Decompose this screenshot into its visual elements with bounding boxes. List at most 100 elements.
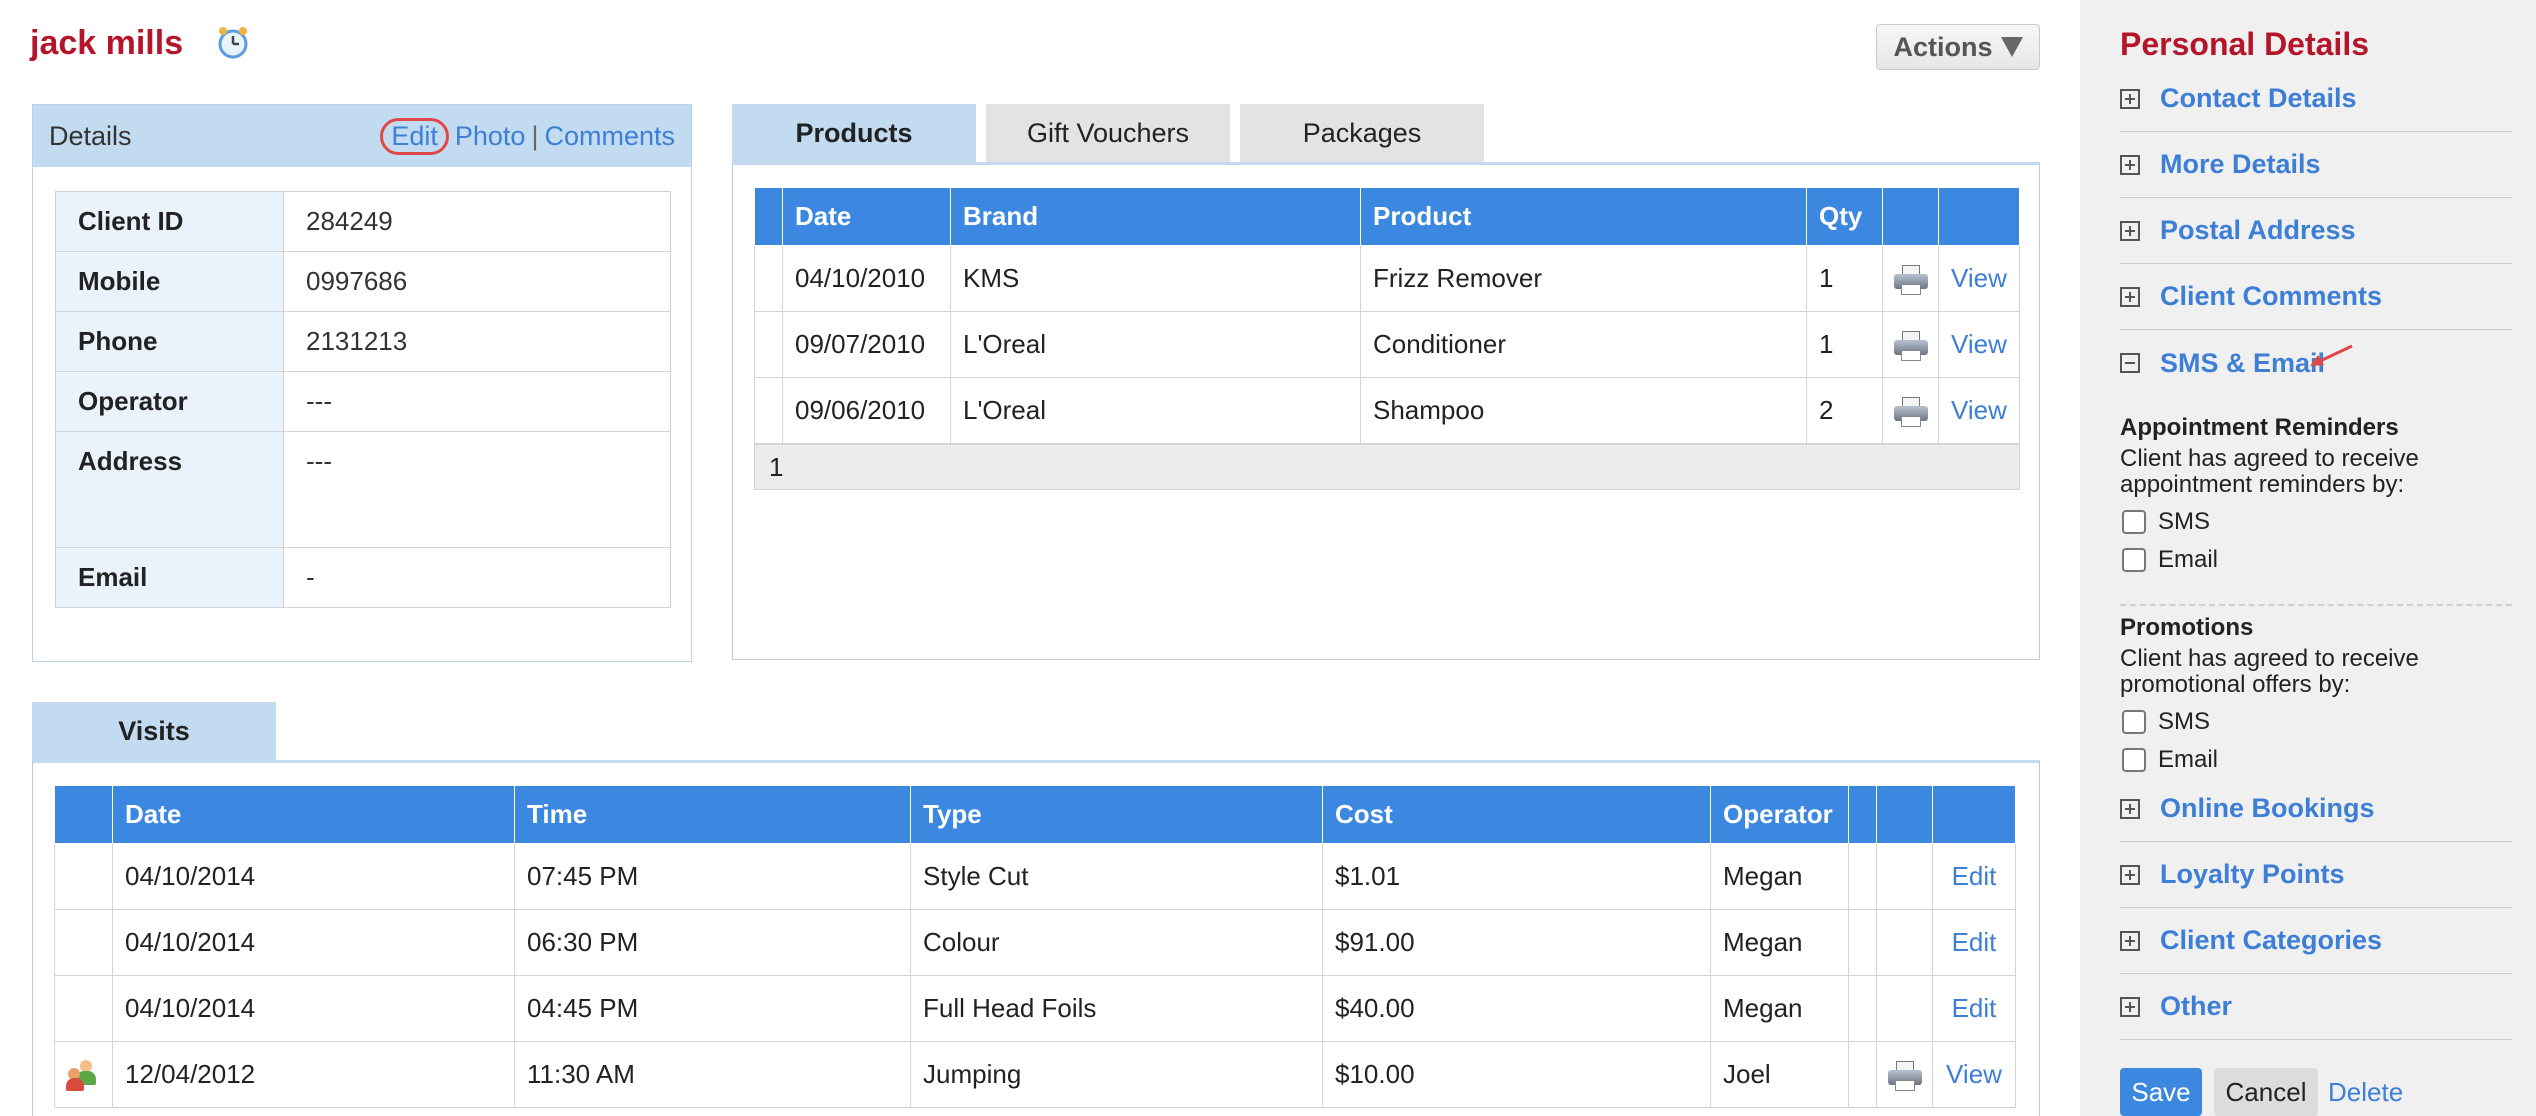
detail-value: - <box>283 547 671 608</box>
print-cell <box>1876 1041 1933 1108</box>
expand-icon <box>2120 930 2140 951</box>
photo-link[interactable]: Photo <box>455 121 526 152</box>
column-header[interactable]: Brand <box>950 187 1361 246</box>
printer-icon[interactable] <box>1887 1060 1922 1091</box>
row-marker <box>754 311 783 378</box>
visits-panel: Date Time Type Cost Operator 04/10/2014 … <box>32 760 2040 1116</box>
cell-product: Frizz Remover <box>1360 245 1807 312</box>
save-button[interactable]: Save <box>2120 1068 2202 1116</box>
comments-link[interactable]: Comments <box>544 121 675 152</box>
edit-link[interactable]: Edit <box>1932 843 2016 910</box>
page-number[interactable]: 1 <box>769 452 783 483</box>
cell-type: Full Head Foils <box>910 975 1323 1042</box>
sidebar-item-label: More Details <box>2160 149 2321 179</box>
sidebar-item-postal-address[interactable]: Postal Address <box>2120 198 2512 264</box>
cell-type: Jumping <box>910 1041 1323 1108</box>
view-link[interactable]: View <box>1932 1041 2016 1108</box>
annotation-arrow-icon <box>2310 344 2353 366</box>
row-marker <box>54 909 113 976</box>
cell-type: Style Cut <box>910 843 1323 910</box>
cell-date: 04/10/2010 <box>782 245 951 312</box>
detail-value: --- <box>283 431 671 548</box>
appointment-reminders-section: Appointment Reminders Client has agreed … <box>2120 414 2520 574</box>
view-link[interactable]: View <box>1938 311 2020 378</box>
column-header[interactable]: Qty <box>1806 187 1883 246</box>
table-header-row: Date Brand Product Qty <box>754 187 2020 246</box>
table-row: 04/10/2014 07:45 PM Style Cut $1.01 Mega… <box>54 843 2016 910</box>
promotions-sms-option[interactable]: SMS <box>2120 708 2520 736</box>
delete-link[interactable]: Delete <box>2328 1068 2403 1116</box>
column-header <box>54 785 113 844</box>
sidebar-item-online-bookings[interactable]: Online Bookings <box>2120 776 2512 842</box>
row-marker <box>754 245 783 312</box>
sidebar-item-client-comments[interactable]: Client Comments <box>2120 264 2512 330</box>
group-booking-icon <box>65 1059 102 1092</box>
details-title: Details <box>49 120 132 151</box>
cell-operator: Megan <box>1710 975 1849 1042</box>
view-link[interactable]: View <box>1938 245 2020 312</box>
cell-time: 06:30 PM <box>514 909 911 976</box>
printer-icon[interactable] <box>1893 330 1928 361</box>
column-header[interactable]: Date <box>782 187 951 246</box>
tab-packages[interactable]: Packages <box>1240 104 1484 162</box>
tab-gift-vouchers[interactable]: Gift Vouchers <box>986 104 1230 162</box>
sidebar-item-label: Loyalty Points <box>2160 859 2345 889</box>
sidebar-item-more-details[interactable]: More Details <box>2120 132 2512 198</box>
cell-qty: 2 <box>1806 377 1883 444</box>
cell-operator: Megan <box>1710 843 1849 910</box>
link-separator: | <box>531 120 539 151</box>
table-row: 04/10/2014 06:30 PM Colour $91.00 Megan … <box>54 909 2016 976</box>
tab-products[interactable]: Products <box>732 104 976 162</box>
table-row: 09/06/2010 L'Oreal Shampoo 2 View <box>754 377 2020 444</box>
option-label: SMS <box>2158 708 2211 735</box>
empty-cell <box>1848 1041 1877 1108</box>
printer-icon[interactable] <box>1893 264 1928 295</box>
column-header[interactable]: Cost <box>1322 785 1711 844</box>
column-header[interactable]: Operator <box>1710 785 1849 844</box>
view-link[interactable]: View <box>1938 377 2020 444</box>
appointment-email-checkbox[interactable] <box>2122 548 2146 572</box>
detail-value: --- <box>283 371 671 432</box>
detail-label: Client ID <box>55 191 284 252</box>
sidebar-item-loyalty-points[interactable]: Loyalty Points <box>2120 842 2512 908</box>
promotions-email-option[interactable]: Email <box>2120 746 2520 774</box>
detail-value: 0997686 <box>283 251 671 312</box>
edit-link[interactable]: Edit <box>1932 975 2016 1042</box>
detail-row: Mobile 0997686 <box>55 251 671 312</box>
expand-icon <box>2120 220 2140 241</box>
row-marker <box>54 1041 113 1108</box>
column-header[interactable]: Date <box>112 785 515 844</box>
sidebar-item-other[interactable]: Other <box>2120 974 2512 1040</box>
printer-icon[interactable] <box>1893 396 1928 427</box>
table-row: 09/07/2010 L'Oreal Conditioner 1 View <box>754 311 2020 378</box>
column-header[interactable]: Time <box>514 785 911 844</box>
cell-brand: KMS <box>950 245 1361 312</box>
promotions-title: Promotions <box>2120 614 2254 641</box>
column-header[interactable]: Product <box>1360 187 1807 246</box>
sidebar-item-label: Client Comments <box>2160 281 2383 311</box>
promotions-sms-checkbox[interactable] <box>2122 710 2146 734</box>
detail-row: Address --- <box>55 431 671 548</box>
pagination-bar: 1 <box>754 444 2020 490</box>
details-links: Edit Photo | Comments <box>380 117 675 155</box>
appointment-email-option[interactable]: Email <box>2120 546 2520 574</box>
visits-tabs: Visits <box>32 702 276 760</box>
detail-value: 284249 <box>283 191 671 252</box>
sidebar-item-client-categories[interactable]: Client Categories <box>2120 908 2512 974</box>
edit-link[interactable]: Edit <box>1932 909 2016 976</box>
column-header[interactable]: Type <box>910 785 1323 844</box>
alarm-clock-icon[interactable] <box>215 24 251 60</box>
main-content: jack mills Actions Details Edit Photo | … <box>0 0 2080 1116</box>
expand-icon <box>2120 286 2140 307</box>
sidebar-item-contact-details[interactable]: Contact Details <box>2120 66 2512 132</box>
promotions-email-checkbox[interactable] <box>2122 748 2146 772</box>
edit-link[interactable]: Edit <box>380 117 449 155</box>
appointment-sms-checkbox[interactable] <box>2122 510 2146 534</box>
print-cell <box>1882 311 1939 378</box>
detail-label: Phone <box>55 311 284 372</box>
actions-button[interactable]: Actions <box>1876 24 2040 70</box>
appointment-sms-option[interactable]: SMS <box>2120 508 2520 536</box>
empty-cell <box>1848 909 1877 976</box>
cancel-button[interactable]: Cancel <box>2214 1068 2318 1116</box>
tab-visits[interactable]: Visits <box>32 702 276 760</box>
